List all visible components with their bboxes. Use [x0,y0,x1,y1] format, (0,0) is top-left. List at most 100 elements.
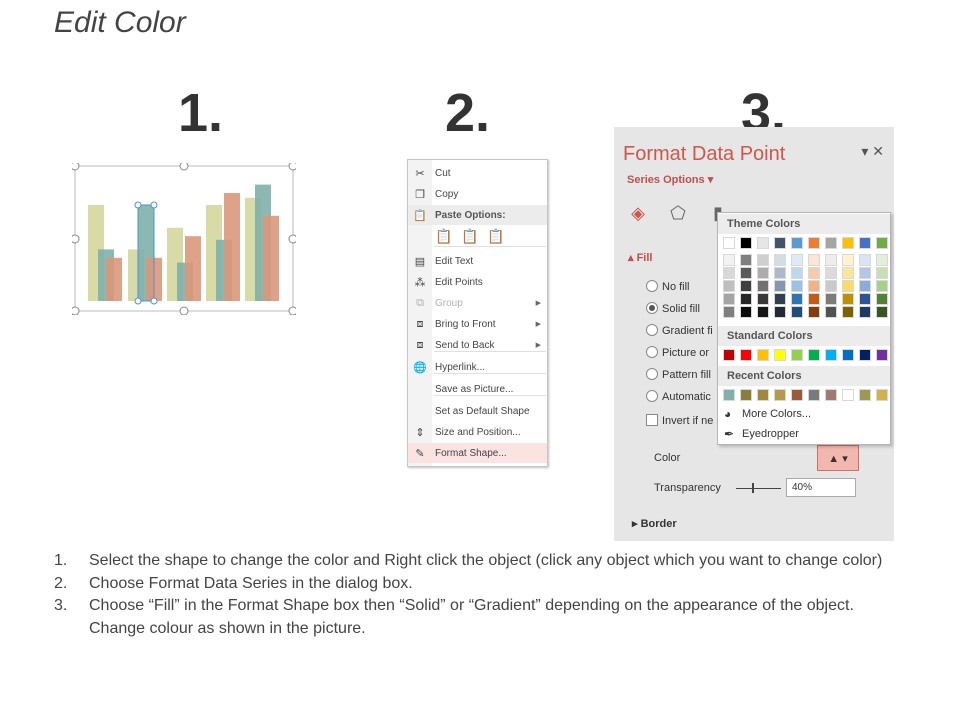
recent-color-swatch[interactable] [740,389,752,401]
recent-color-swatch[interactable] [757,389,769,401]
theme-shade-swatch[interactable] [740,306,752,318]
standard-color-swatch[interactable] [808,349,820,361]
menu-item-send-to-back[interactable]: ⧈ Send to Back ▶ [408,335,547,355]
theme-shade-swatch[interactable] [876,306,888,318]
theme-shade-swatch[interactable] [740,254,752,266]
theme-shade-swatch[interactable] [723,280,735,292]
theme-shade-swatch[interactable] [842,293,854,305]
menu-item-set-as-default-shape[interactable]: Set as Default Shape [408,401,547,421]
theme-shade-swatch[interactable] [723,267,735,279]
fill-section-header[interactable]: ▴ Fill [628,251,652,264]
theme-shade-swatch[interactable] [808,267,820,279]
menu-item-cut[interactable]: ✂ Cut [408,163,547,183]
theme-shade-swatch[interactable] [740,267,752,279]
fill-radio-6[interactable] [646,390,658,402]
border-section-header[interactable]: ▸ Border [632,517,677,530]
recent-color-swatch[interactable] [859,389,871,401]
chart-resize-handle-6[interactable] [72,306,80,315]
standard-color-swatch[interactable] [859,349,871,361]
menu-item-copy[interactable]: ❐ Copy [408,184,547,204]
theme-shade-swatch[interactable] [842,254,854,266]
theme-shade-swatch[interactable] [740,280,752,292]
theme-color-swatch[interactable] [859,237,871,249]
invert-checkbox[interactable] [646,414,658,426]
menu-item-edit-text[interactable]: ▤ Edit Text [408,251,547,271]
chart-resize-handle-5[interactable] [288,234,296,244]
theme-shade-swatch[interactable] [791,280,803,292]
theme-shade-swatch[interactable] [876,254,888,266]
theme-shade-swatch[interactable] [808,306,820,318]
theme-shade-swatch[interactable] [859,267,871,279]
bar-handle-2[interactable] [150,201,158,209]
theme-shade-swatch[interactable] [791,254,803,266]
recent-color-swatch[interactable] [842,389,854,401]
recent-color-swatch[interactable] [876,389,888,401]
paste-picture-icon[interactable]: 📋 [486,226,506,246]
theme-shade-swatch[interactable] [876,280,888,292]
theme-shade-swatch[interactable] [757,306,769,318]
color-picker-button[interactable]: ▲ ▾ [817,445,859,471]
theme-shade-swatch[interactable] [774,267,786,279]
theme-shade-swatch[interactable] [825,267,837,279]
recent-color-swatch[interactable] [825,389,837,401]
theme-shade-swatch[interactable] [842,267,854,279]
recent-color-swatch[interactable] [774,389,786,401]
theme-color-swatch[interactable] [842,237,854,249]
theme-shade-swatch[interactable] [825,280,837,292]
theme-shade-swatch[interactable] [791,267,803,279]
chart-resize-handle-1[interactable] [72,163,80,171]
chart-resize-handle-8[interactable] [288,306,296,315]
theme-color-swatch[interactable] [740,237,752,249]
paste-merge-icon[interactable]: 📋 [460,226,480,246]
standard-color-swatch[interactable] [757,349,769,361]
series-options-dropdown[interactable]: Series Options ▾ [627,173,713,186]
bar-chart[interactable] [72,163,296,315]
standard-color-swatch[interactable] [842,349,854,361]
fill-radio-5[interactable] [646,368,658,380]
eyedropper-item[interactable]: ✒ Eyedropper [724,427,799,441]
pane-close-icon[interactable]: ▾ ✕ [861,143,884,160]
fill-radio-2[interactable] [646,302,658,314]
standard-color-swatch[interactable] [774,349,786,361]
theme-shade-swatch[interactable] [876,293,888,305]
effects-icon[interactable]: ⬠ [666,201,690,225]
more-colors-item[interactable]: ◕ More Colors... [724,407,811,421]
theme-color-swatch[interactable] [757,237,769,249]
theme-shade-swatch[interactable] [774,306,786,318]
bar-s3-c1[interactable] [106,257,122,301]
chart-resize-handle-4[interactable] [72,234,80,244]
standard-color-swatch[interactable] [723,349,735,361]
theme-shade-swatch[interactable] [808,280,820,292]
menu-item-edit-points[interactable]: ⁂ Edit Points [408,272,547,292]
fill-radio-3[interactable] [646,324,658,336]
theme-shade-swatch[interactable] [842,280,854,292]
theme-color-swatch[interactable] [774,237,786,249]
theme-shade-swatch[interactable] [859,306,871,318]
theme-shade-swatch[interactable] [757,280,769,292]
standard-color-swatch[interactable] [825,349,837,361]
bar-handle-4[interactable] [150,297,158,305]
recent-color-swatch[interactable] [791,389,803,401]
bar-s3-c5[interactable] [263,215,279,301]
standard-color-swatch[interactable] [876,349,888,361]
bar-handle-3[interactable] [134,297,142,305]
theme-shade-swatch[interactable] [757,254,769,266]
theme-shade-swatch[interactable] [859,280,871,292]
theme-shade-swatch[interactable] [774,254,786,266]
chart-resize-handle-2[interactable] [179,163,189,171]
standard-color-swatch[interactable] [740,349,752,361]
bar-handle-1[interactable] [134,201,142,209]
theme-color-swatch[interactable] [723,237,735,249]
theme-shade-swatch[interactable] [791,306,803,318]
menu-item-format-shape[interactable]: ✎ Format Shape... [408,443,547,463]
theme-color-swatch[interactable] [808,237,820,249]
theme-shade-swatch[interactable] [825,293,837,305]
chart-resize-handle-7[interactable] [179,306,189,315]
theme-color-swatch[interactable] [791,237,803,249]
transparency-slider-thumb[interactable] [752,483,754,493]
theme-shade-swatch[interactable] [723,306,735,318]
theme-shade-swatch[interactable] [876,267,888,279]
theme-color-swatch[interactable] [876,237,888,249]
menu-item-hyperlink[interactable]: 🌐 Hyperlink... [408,357,547,377]
menu-item-size-and-position[interactable]: ⇕ Size and Position... [408,422,547,442]
